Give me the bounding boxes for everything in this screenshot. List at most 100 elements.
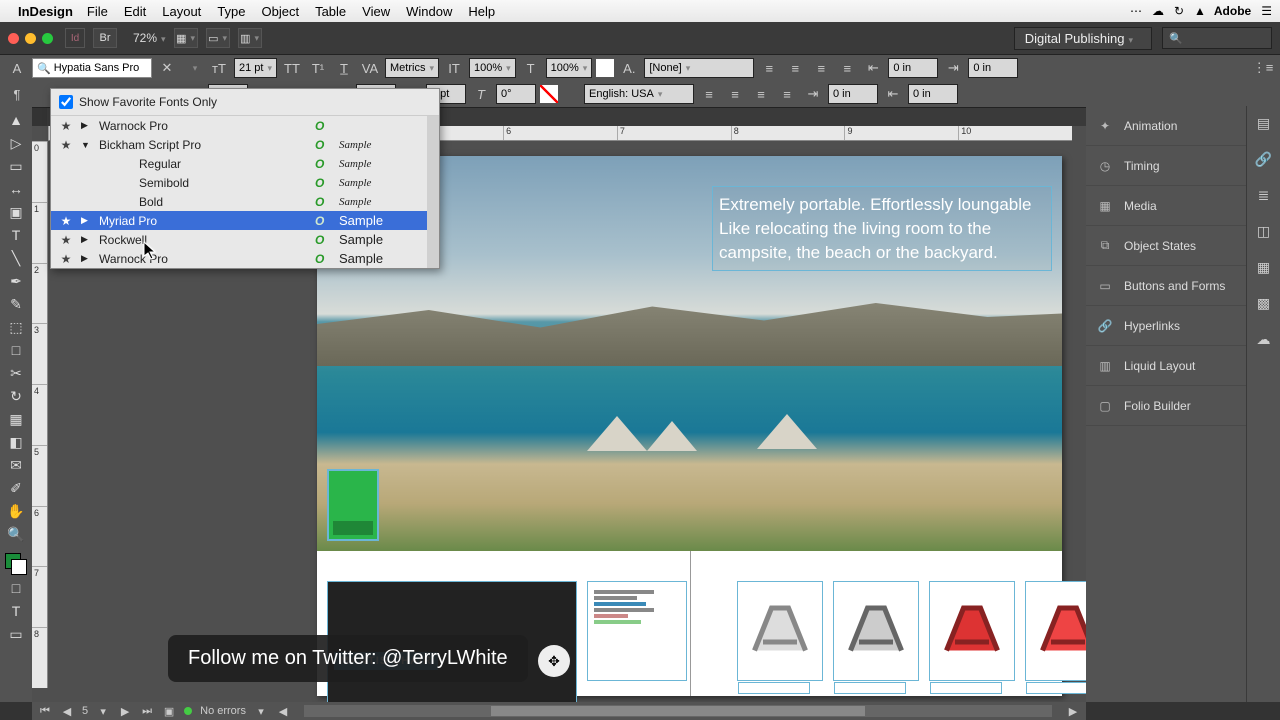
underline-icon[interactable]: T̲ [333,58,355,78]
menu-edit[interactable]: Edit [124,4,146,19]
expand-arrow-icon[interactable]: ▶ [81,253,91,264]
menu-file[interactable]: File [87,4,108,19]
last-page-icon[interactable]: ⏭ [140,704,154,718]
menu-view[interactable]: View [362,4,390,19]
sync-icon[interactable]: ↻ [1174,4,1184,18]
rectangle-frame-tool-icon[interactable]: ⬚ [3,317,29,337]
menu-type[interactable]: Type [217,4,245,19]
font-row[interactable]: ★▶Warnock ProO [51,116,427,135]
menu-help[interactable]: Help [468,4,495,19]
cc-libraries-icon[interactable]: ☁ [1253,328,1275,350]
screen-mode-icon[interactable]: ▭ [206,28,230,48]
color-panel-icon[interactable]: ▦ [1253,256,1275,278]
panel-liquid-layout[interactable]: ▥Liquid Layout [1086,346,1246,386]
pen-tool-icon[interactable]: ✒ [3,271,29,291]
justify-all-icon[interactable]: ≡ [776,84,798,104]
font-dropdown[interactable]: Show Favorite Fonts Only ★▶Warnock ProO★… [50,88,440,269]
expand-arrow-icon[interactable]: ▶ [81,234,91,245]
panel-menu-icon[interactable]: ⋮≡ [1252,58,1274,78]
scissors-tool-icon[interactable]: ✂ [3,363,29,383]
apply-color-icon[interactable]: □ [3,578,29,598]
product-card[interactable] [833,581,919,681]
zoom-tool-icon[interactable]: 🔍 [3,524,29,544]
gap-tool-icon[interactable]: ↔ [3,179,29,199]
font-row[interactable]: BoldOSample [51,192,427,211]
app-name[interactable]: InDesign [18,4,73,19]
font-family-dropdown-icon[interactable] [182,58,204,78]
panel-media[interactable]: ▦Media [1086,186,1246,226]
align-left-icon[interactable]: ≡ [758,58,780,78]
zoom-window-icon[interactable] [42,33,53,44]
font-row[interactable]: RegularOSample [51,154,427,173]
formatting-container-icon[interactable]: T [3,601,29,621]
content-collector-tool-icon[interactable]: ▣ [3,202,29,222]
menu-object[interactable]: Object [262,4,300,19]
gradient-swatch-tool-icon[interactable]: ▦ [3,409,29,429]
close-window-icon[interactable] [8,33,19,44]
zoom-level[interactable]: 72% [133,31,166,45]
line-tool-icon[interactable]: ╲ [3,248,29,268]
justify-right-icon[interactable]: ≡ [750,84,772,104]
product-card[interactable] [737,581,823,681]
free-transform-tool-icon[interactable]: ↻ [3,386,29,406]
hand-tool-icon[interactable]: ✋ [3,501,29,521]
panel-hyperlinks[interactable]: 🔗Hyperlinks [1086,306,1246,346]
hscale-input[interactable]: 100% [546,58,593,78]
allcaps-icon[interactable]: TT [281,58,303,78]
firstline-indent-input[interactable]: 0 in [828,84,878,104]
favorite-star-icon[interactable]: ★ [59,119,73,133]
vscale-input[interactable]: 100% [469,58,516,78]
fill-swatch[interactable] [596,59,614,77]
minimize-window-icon[interactable] [25,33,36,44]
panel-buttons-forms[interactable]: ▭Buttons and Forms [1086,266,1246,306]
workspace-switcher[interactable]: Digital Publishing [1014,27,1152,50]
product-card[interactable] [929,581,1015,681]
menu-window[interactable]: Window [406,4,452,19]
menubar-extra-icon[interactable]: ⋯ [1130,4,1142,18]
gradient-feather-tool-icon[interactable]: ◧ [3,432,29,452]
next-page-icon[interactable]: ▶ [118,704,132,718]
favorite-star-icon[interactable]: ★ [59,252,73,266]
page-number[interactable]: 5 [82,705,88,717]
view-options-icon[interactable]: ▦ [174,28,198,48]
type-tool-icon[interactable]: T [3,225,29,245]
charstyle-input[interactable]: [None] [644,58,754,78]
rectangle-tool-icon[interactable]: □ [3,340,29,360]
arrange-docs-icon[interactable]: ▥ [238,28,262,48]
swatches-panel-icon[interactable]: ▩ [1253,292,1275,314]
wifi-icon[interactable]: ▲ [1194,4,1206,18]
cloud-icon[interactable]: ☁ [1152,4,1164,18]
align-right-icon[interactable]: ≡ [810,58,832,78]
pencil-tool-icon[interactable]: ✎ [3,294,29,314]
prev-page-icon[interactable]: ◀ [60,704,74,718]
adobe-label[interactable]: Adobe [1214,4,1251,18]
font-family-input[interactable]: 🔍Hypatia Sans Pro [32,58,152,78]
panel-folio-builder[interactable]: ▢Folio Builder [1086,386,1246,426]
justify-left-icon[interactable]: ≡ [698,84,720,104]
justify-center-icon[interactable]: ≡ [724,84,746,104]
eyedropper-tool-icon[interactable]: ✐ [3,478,29,498]
scroll-left-icon[interactable]: ◀ [276,704,290,718]
font-row[interactable]: ★▼Bickham Script ProOSample [51,135,427,154]
font-size-input[interactable]: 21 pt [234,58,277,78]
layers-panel-icon[interactable]: ≣ [1253,184,1275,206]
skew-input[interactable]: 0° [496,84,536,104]
font-list-scrollbar[interactable] [427,116,439,268]
favorite-star-icon[interactable]: ★ [59,138,73,152]
direct-selection-tool-icon[interactable]: ▷ [3,133,29,153]
expand-arrow-icon[interactable]: ▶ [81,120,91,131]
page-tool-icon[interactable]: ▭ [3,156,29,176]
help-search-input[interactable]: 🔍 [1162,27,1272,49]
paragraph-mode-icon[interactable]: ¶ [6,84,28,104]
stroke-swatch[interactable] [540,85,558,103]
hero-text-frame[interactable]: Extremely portable. Effortlessly loungab… [712,186,1052,271]
font-row[interactable]: ★▶Warnock ProOSample [51,249,427,268]
menu-table[interactable]: Table [315,4,346,19]
note-tool-icon[interactable]: ✉ [3,455,29,475]
bridge-icon[interactable]: Br [93,28,117,48]
pages-panel-icon[interactable]: ▤ [1253,112,1275,134]
open-panel-icon[interactable]: ▣ [162,704,176,718]
show-favorites-row[interactable]: Show Favorite Fonts Only [51,89,439,116]
green-object[interactable] [327,469,379,541]
kerning-input[interactable]: Metrics [385,58,439,78]
